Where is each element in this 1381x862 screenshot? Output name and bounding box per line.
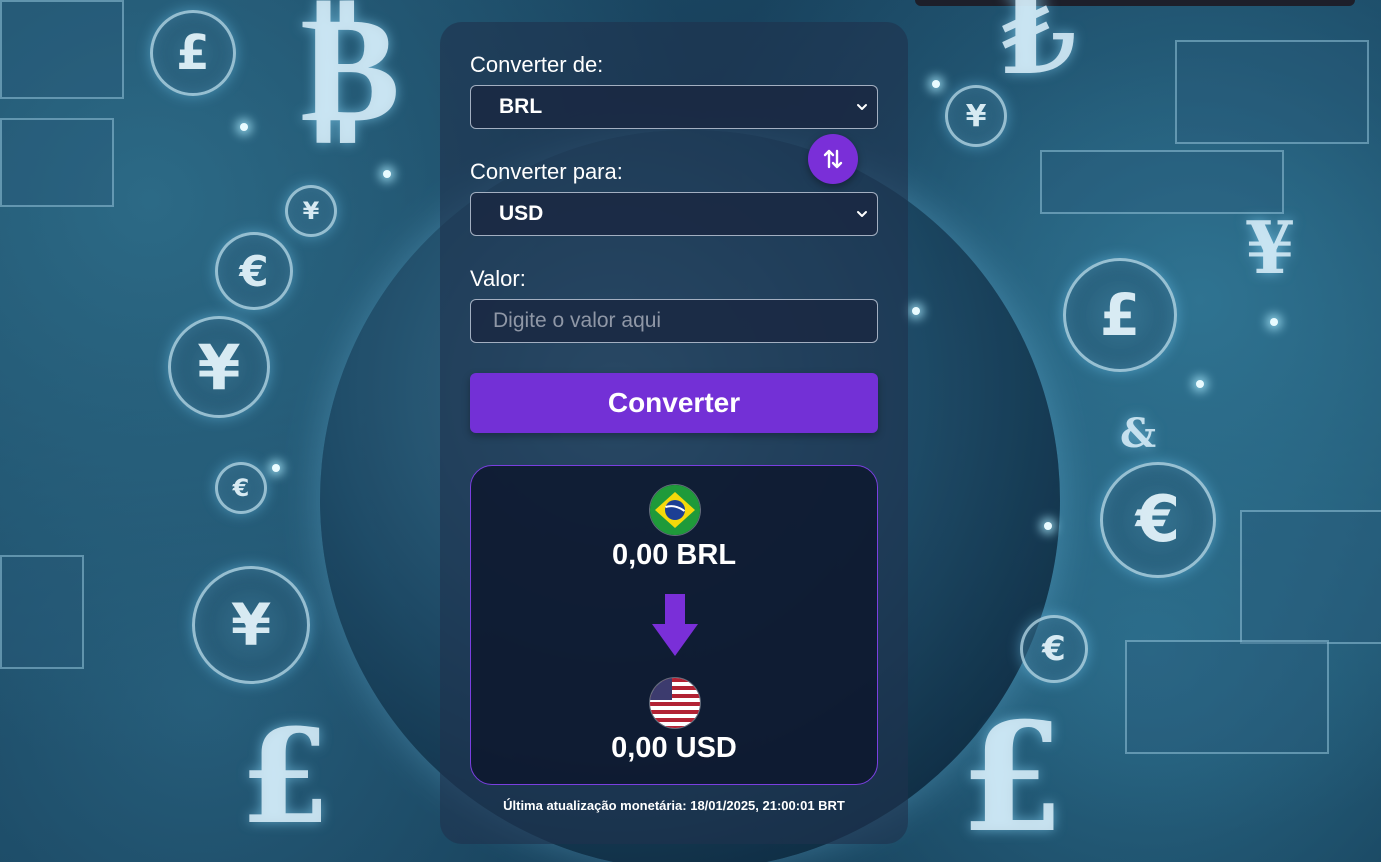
deco-panel	[1240, 510, 1381, 644]
network-node	[1196, 380, 1204, 388]
euro-coin-icon: €	[215, 462, 267, 514]
currency-symbol-icon: &	[1120, 410, 1157, 457]
to-currency-label: Converter para:	[470, 159, 623, 184]
pound-symbol-icon: £	[960, 690, 1065, 862]
deco-panel	[0, 0, 124, 99]
lira-symbol-icon: ₺	[1000, 0, 1077, 99]
euro-coin-icon: €	[1020, 615, 1088, 683]
network-node	[1270, 318, 1278, 326]
yen-symbol-icon: ¥	[1245, 205, 1296, 290]
swap-vertical-arrows-icon	[823, 149, 843, 169]
from-currency-select[interactable]: BRL	[470, 85, 878, 129]
arrow-down-icon	[652, 594, 698, 656]
network-node	[272, 464, 280, 472]
convert-button[interactable]: Converter	[470, 373, 878, 433]
yen-coin-icon: ¥	[285, 185, 337, 237]
from-currency-value: BRL	[499, 95, 543, 118]
pound-coin-icon: £	[1063, 258, 1177, 372]
amount-input[interactable]	[470, 299, 878, 343]
euro-coin-icon: €	[1100, 462, 1216, 578]
network-node	[1044, 522, 1052, 530]
deco-panel	[0, 555, 84, 669]
brazil-flag-icon	[650, 485, 700, 535]
chevron-down-icon	[857, 104, 867, 110]
network-node	[240, 123, 248, 131]
deco-panel	[1175, 40, 1369, 144]
yen-coin-icon: ¥	[192, 566, 310, 684]
euro-coin-icon: €	[215, 232, 293, 310]
pound-coin-icon: £	[150, 10, 236, 96]
last-update-text: Última atualização monetária: 18/01/2025…	[503, 798, 845, 813]
bitcoin-symbol-icon: ₿	[300, 0, 401, 156]
from-amount: 0,00 BRL	[611, 539, 737, 571]
usa-flag-icon	[650, 678, 700, 728]
to-currency-value: USD	[499, 202, 544, 225]
yen-coin-icon: ¥	[168, 316, 270, 418]
deco-panel	[0, 118, 114, 207]
deco-panel	[1125, 640, 1329, 754]
converter-card: Converter de: BRL Converter para: USD Va…	[440, 22, 908, 844]
network-node	[383, 170, 391, 178]
to-currency-select[interactable]: USD	[470, 192, 878, 236]
result-panel: 0,00 BRL 0,00 USD	[470, 465, 878, 785]
top-bar-edge	[915, 0, 1355, 6]
network-node	[932, 80, 940, 88]
network-node	[912, 307, 920, 315]
yen-coin-icon: ¥	[945, 85, 1007, 147]
from-currency-label: Converter de:	[470, 52, 604, 77]
swap-currencies-button[interactable]	[808, 134, 858, 184]
to-amount: 0,00 USD	[611, 732, 737, 764]
amount-label: Valor:	[470, 266, 526, 291]
chevron-down-icon	[857, 211, 867, 217]
pound-symbol-icon: £	[240, 700, 331, 853]
